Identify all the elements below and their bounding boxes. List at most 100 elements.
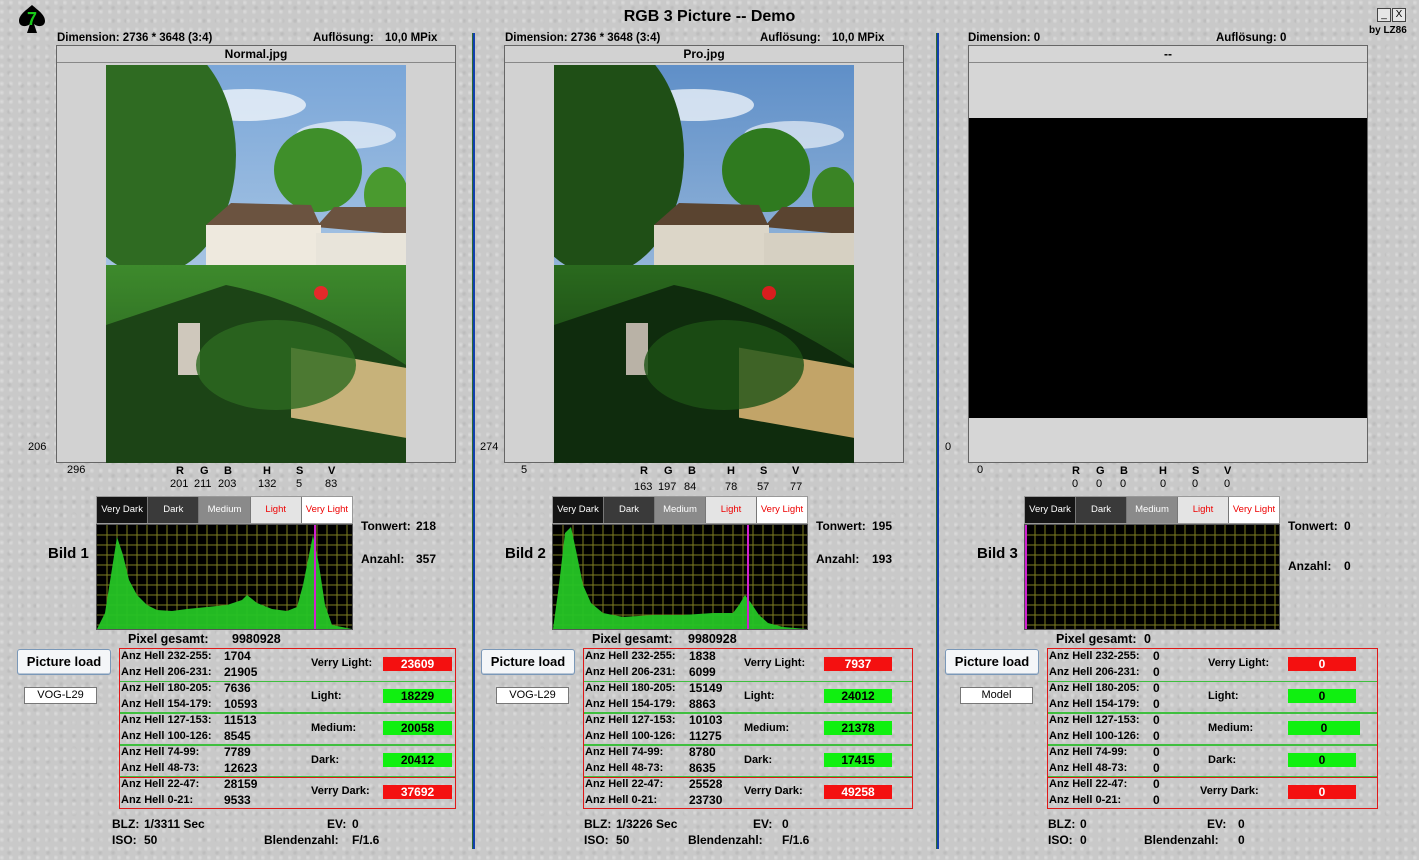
row-value: 0 (1153, 649, 1160, 663)
picture-load-button[interactable]: Picture load (481, 649, 575, 675)
x-position: 296 (67, 464, 86, 476)
row-label: Anz Hell 74-99: (121, 746, 200, 758)
group-label: Verry Light: (744, 657, 806, 669)
group-value: 17415 (824, 753, 892, 767)
row-value: 7636 (224, 681, 251, 695)
x-position: 0 (977, 464, 984, 476)
group-dark: Anz Hell 74-99: 0 Anz Hell 48-73: 0 Dark… (1048, 745, 1377, 777)
group-very-dark: Anz Hell 22-47: 28159 Anz Hell 0-21: 953… (120, 777, 455, 809)
row-label: Anz Hell 206-231: (585, 666, 676, 678)
image-frame: Pro.jpg (504, 45, 904, 463)
histogram[interactable] (1024, 524, 1280, 630)
histogram[interactable] (96, 524, 353, 630)
row-label: Anz Hell 22-47: (121, 778, 200, 790)
brightness-stats: Anz Hell 232-255: 1704 Anz Hell 206-231:… (119, 648, 456, 809)
group-label: Verry Dark: (311, 785, 370, 797)
row-label: Anz Hell 127-153: (585, 714, 676, 726)
row-value: 0 (1153, 745, 1160, 759)
row-value: 8780 (689, 745, 716, 759)
ev-value: 0 (352, 817, 359, 831)
s-label: S (760, 465, 768, 477)
model-field[interactable]: Model (960, 687, 1033, 704)
g-label: G (200, 465, 209, 477)
iso-value: 0 (1080, 833, 1087, 847)
h-label: H (263, 465, 271, 477)
tonwert-value: 218 (416, 519, 437, 533)
group-very-dark: Anz Hell 22-47: 0 Anz Hell 0-21: 0 Verry… (1048, 777, 1377, 809)
row-value: 7789 (224, 745, 251, 759)
iso-label: ISO: (112, 833, 137, 847)
row-value: 8635 (689, 761, 716, 775)
blende-value: F/1.6 (782, 833, 810, 847)
pixel-total-value: 0 (1144, 632, 1151, 646)
group-medium: Anz Hell 127-153: 11513 Anz Hell 100-126… (120, 713, 455, 745)
group-label: Dark: (311, 754, 340, 766)
s-label: S (1192, 465, 1200, 477)
row-value: 0 (1153, 681, 1160, 695)
group-light: Anz Hell 180-205: 0 Anz Hell 154-179: 0 … (1048, 681, 1377, 713)
group-label: Verry Dark: (1200, 785, 1259, 797)
blende-label: Blendenzahl: (688, 833, 763, 847)
histogram[interactable] (552, 524, 808, 630)
photo-preview[interactable] (106, 65, 406, 463)
r-label: R (640, 465, 648, 477)
row-value: 10103 (689, 713, 723, 727)
group-label: Verry Dark: (744, 785, 803, 797)
model-field[interactable]: VOG-L29 (24, 687, 97, 704)
group-dark: Anz Hell 74-99: 8780 Anz Hell 48-73: 863… (584, 745, 912, 777)
row-label: Anz Hell 22-47: (585, 778, 664, 790)
row-label: Anz Hell 22-47: (1049, 778, 1128, 790)
ev-label: EV: (327, 817, 347, 831)
header-light: Light (250, 497, 302, 523)
model-field[interactable]: VOG-L29 (496, 687, 569, 704)
group-value: 49258 (824, 785, 892, 799)
row-value: 25528 (689, 777, 723, 791)
b-label: B (224, 465, 232, 477)
anzahl-value: 193 (872, 552, 893, 566)
header-very-dark: Very Dark (553, 497, 604, 523)
photo-preview[interactable] (554, 65, 854, 463)
bild-label: Bild 1 (48, 545, 89, 562)
row-label: Anz Hell 154-179: (121, 698, 212, 710)
group-very-light: Anz Hell 232-255: 1704 Anz Hell 206-231:… (120, 649, 455, 681)
image-frame: -- (968, 45, 1368, 463)
row-value: 15149 (689, 681, 723, 695)
row-value: 0 (1153, 793, 1160, 807)
group-label: Medium: (311, 722, 357, 734)
row-label: Anz Hell 206-231: (121, 666, 212, 678)
anzahl-label: Anzahl: (816, 552, 860, 566)
pixel-total-label: Pixel gesamt: (128, 632, 209, 646)
row-value: 1704 (224, 649, 251, 663)
tonwert-value: 0 (1344, 519, 1351, 533)
dimension-label: Dimension: 2736 * 3648 (3:4) (57, 32, 213, 44)
picture-panel-3: Dimension: 0 Auflösung: 0 -- 0 0 R G B H… (940, 0, 1419, 860)
row-label: Anz Hell 232-255: (121, 650, 212, 662)
group-label: Verry Light: (1208, 657, 1270, 669)
row-value: 28159 (224, 777, 258, 791)
group-label: Light: (744, 690, 775, 702)
header-light: Light (706, 497, 757, 523)
histogram-header: Very Dark Dark Medium Light Very Light (1024, 496, 1280, 524)
row-label: Anz Hell 232-255: (585, 650, 676, 662)
group-medium: Anz Hell 127-153: 0 Anz Hell 100-126: 0 … (1048, 713, 1377, 745)
group-value: 0 (1288, 753, 1356, 767)
header-medium: Medium (199, 497, 251, 523)
panel-divider (936, 33, 939, 849)
group-label: Dark: (744, 754, 773, 766)
y-position: 0 (945, 441, 952, 453)
b-value: 203 (218, 478, 237, 490)
empty-preview[interactable] (969, 118, 1367, 418)
row-label: Anz Hell 74-99: (1049, 746, 1128, 758)
histogram-header: Very Dark Dark Medium Light Very Light (96, 496, 353, 524)
v-value: 77 (790, 481, 803, 493)
row-value: 0 (1153, 697, 1160, 711)
b-label: B (1120, 465, 1128, 477)
header-very-light: Very Light (301, 497, 353, 523)
picture-load-button[interactable]: Picture load (17, 649, 111, 675)
picture-load-button[interactable]: Picture load (945, 649, 1039, 675)
group-light: Anz Hell 180-205: 15149 Anz Hell 154-179… (584, 681, 912, 713)
tonwert-value: 195 (872, 519, 893, 533)
iso-label: ISO: (1048, 833, 1073, 847)
group-value: 0 (1288, 689, 1356, 703)
group-value: 20058 (383, 721, 452, 735)
